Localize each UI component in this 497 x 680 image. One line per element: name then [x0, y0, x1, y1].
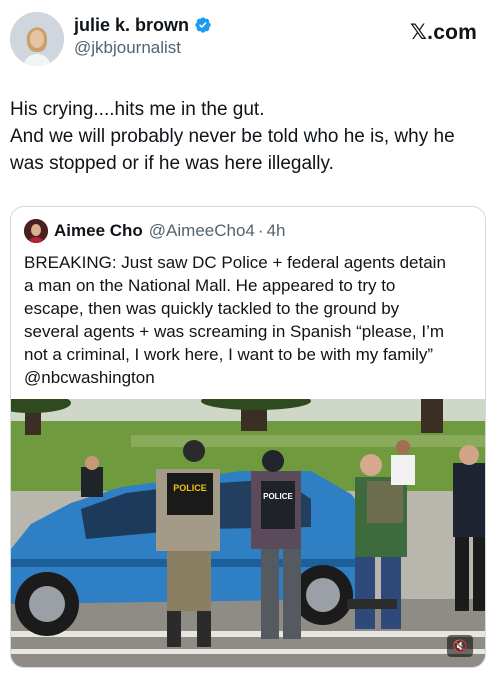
quoted-line: a man on the National Mall. He appeared … — [24, 276, 396, 295]
x-com-logo[interactable]: 𝕏.com — [410, 20, 477, 45]
author-display-name[interactable]: julie k. brown — [74, 14, 189, 36]
quoted-author-avatar[interactable] — [24, 219, 48, 243]
video-player[interactable]: POLICE POLICE 🔇 — [11, 399, 485, 667]
tweet-line: His crying....hits me in the gut. — [10, 99, 265, 120]
video-frame: POLICE POLICE — [11, 399, 485, 667]
mute-toggle[interactable]: 🔇 — [447, 635, 473, 657]
tweet-line: And we will probably never be told who h… — [10, 126, 455, 147]
quoted-line: escape, then was quickly tackled to the … — [24, 299, 400, 318]
quoted-tweet-header: Aimee Cho @AimeeCho4 · 4h — [24, 219, 285, 243]
author-handle[interactable]: @jkbjournalist — [74, 36, 212, 60]
tweet-header: julie k. brown @jkbjournalist 𝕏.com — [0, 0, 497, 80]
author-name-row[interactable]: julie k. brown — [74, 14, 212, 36]
speaker-muted-icon: 🔇 — [452, 639, 468, 653]
quoted-line: not a criminal, I work here, I want to b… — [24, 345, 434, 364]
tweet-line: was stopped or if he was here illegally. — [10, 153, 334, 174]
vest-label-right: POLICE — [263, 492, 293, 501]
quoted-timestamp[interactable]: 4h — [267, 221, 286, 241]
author-avatar[interactable] — [10, 12, 64, 66]
quoted-handle[interactable]: @AimeeCho4 — [149, 221, 255, 241]
quoted-display-name[interactable]: Aimee Cho — [54, 221, 143, 241]
meta-separator: · — [257, 221, 264, 240]
tweet-text: His crying....hits me in the gut. And we… — [10, 96, 490, 177]
quoted-line: several agents + was screaming in Spanis… — [24, 322, 445, 341]
vest-label-left: POLICE — [173, 483, 207, 493]
quoted-line: BREAKING: Just saw DC Police + federal a… — [24, 253, 446, 272]
verified-badge-icon — [195, 17, 211, 33]
quoted-line[interactable]: @nbcwashington — [24, 366, 479, 389]
quoted-tweet-card[interactable]: Aimee Cho @AimeeCho4 · 4h BREAKING: Just… — [10, 206, 486, 668]
quoted-tweet-text: BREAKING: Just saw DC Police + federal a… — [24, 251, 479, 389]
